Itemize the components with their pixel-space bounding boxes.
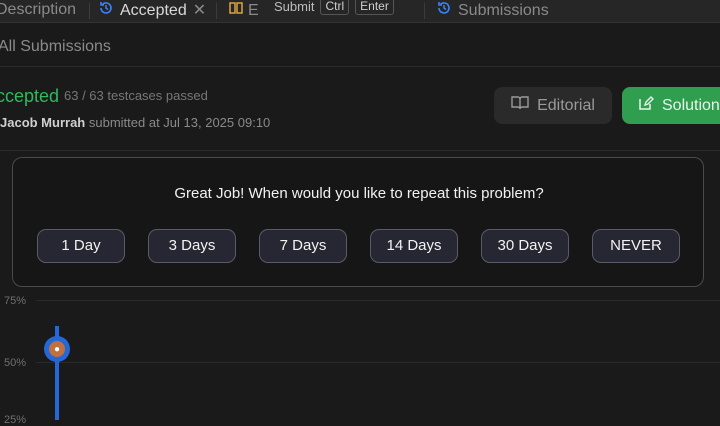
y-axis-label: 50% — [4, 357, 27, 369]
solution-label: Solution — [662, 96, 720, 114]
chart-gridline — [36, 300, 720, 301]
submitted-time: submitted at Jul 13, 2025 09:10 — [88, 115, 271, 130]
avatar: ● — [49, 341, 65, 357]
solution-button[interactable]: Solution — [622, 87, 720, 124]
all-submissions-link[interactable]: All Submissions — [0, 38, 111, 56]
editorial-button[interactable]: Editorial — [494, 87, 612, 124]
submit-label: Submit — [274, 0, 315, 14]
repeat-1-day-button[interactable]: 1 Day — [37, 229, 125, 263]
status-accepted: ccepted — [0, 86, 60, 106]
tab-accepted-label: Accepted — [120, 2, 187, 19]
tab-accepted[interactable]: Accepted ✕ — [98, 0, 206, 22]
ctrl-key: Ctrl — [320, 0, 350, 15]
tab-submissions-label: Submissions — [458, 2, 549, 19]
tab-description[interactable]: Description — [0, 0, 76, 22]
tab-editorial-label: E — [248, 2, 259, 19]
chart-gridline — [36, 362, 720, 363]
tab-divider — [89, 3, 90, 19]
repeat-3-days-button[interactable]: 3 Days — [148, 229, 236, 263]
repeat-never-button[interactable]: NEVER — [592, 229, 680, 263]
tab-divider — [424, 3, 425, 19]
repeat-30-days-button[interactable]: 30 Days — [481, 229, 569, 263]
tab-editorial[interactable]: E — [228, 0, 259, 22]
y-axis-label: 75% — [4, 295, 27, 307]
user-name[interactable]: Jacob Murrah — [0, 115, 85, 130]
history-icon — [436, 0, 452, 22]
book-open-icon — [511, 95, 529, 116]
header-divider — [0, 66, 720, 67]
repeat-14-days-button[interactable]: 14 Days — [370, 229, 458, 263]
submission-byline: Jacob Murrah submitted at Jul 13, 2025 0… — [0, 115, 270, 130]
tab-submissions[interactable]: Submissions — [436, 0, 549, 22]
dialog-question: Great Job! When would you like to repeat… — [174, 185, 544, 202]
book-icon — [228, 0, 244, 22]
tab-divider — [216, 3, 217, 19]
history-icon — [98, 0, 114, 22]
enter-key: Enter — [355, 0, 394, 15]
edit-icon — [638, 95, 654, 116]
section-divider — [0, 150, 720, 151]
close-icon[interactable]: ✕ — [193, 1, 206, 21]
user-position-marker[interactable]: ● — [44, 336, 70, 362]
editorial-label: Editorial — [537, 96, 595, 114]
testcases-passed: 63 / 63 testcases passed — [64, 88, 208, 103]
y-axis-label: 25% — [4, 414, 27, 426]
submit-shortcut: Submit Ctrl Enter — [264, 0, 404, 18]
repeat-7-days-button[interactable]: 7 Days — [259, 229, 347, 263]
repeat-problem-dialog: Great Job! When would you like to repeat… — [12, 157, 704, 287]
